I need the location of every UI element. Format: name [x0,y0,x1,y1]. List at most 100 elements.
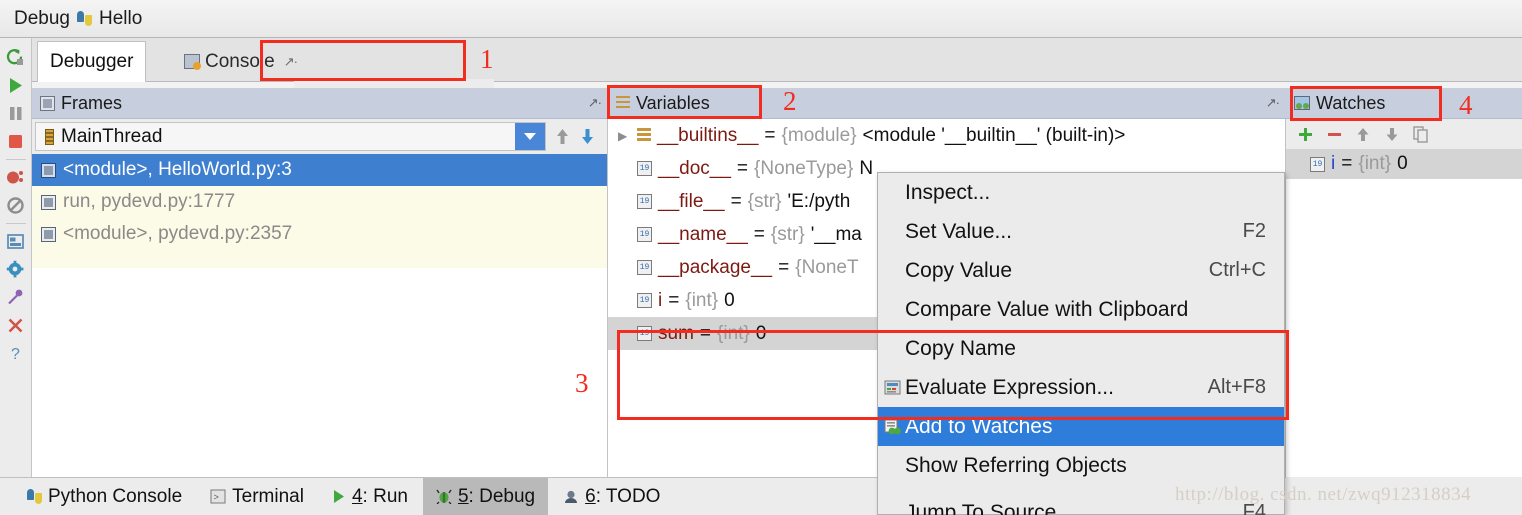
variables-pin-icon[interactable]: ↗· [1266,95,1280,111]
module-icon [637,128,651,143]
menu-item-label: Jump To Source [905,500,1057,515]
frame-row[interactable]: <module>, pydevd.py:2357 [32,218,607,250]
thread-combo[interactable]: MainThread [35,122,546,151]
frames-pin-icon[interactable]: ↗· [588,95,602,111]
toolbar-divider-2 [5,223,26,224]
menu-item-add-to-watches[interactable]: Add to Watches [878,407,1284,446]
statusbar-item-todo[interactable]: 6: TODO [550,478,673,515]
frame-row-label: run, pydevd.py:1777 [63,191,236,212]
titlebar: Debug Hello [0,0,1522,38]
rerun-icon[interactable] [3,44,29,70]
console-icon [184,54,201,70]
menu-item-shortcut: F2 [1242,220,1266,242]
menu-item-label: Inspect... [905,180,991,204]
tab-console-label: Console [205,50,275,72]
add-to-watches-icon [882,418,902,436]
equals-sign: = [730,190,742,212]
mute-breakpoints-icon[interactable] [3,192,29,218]
menu-item-set-value[interactable]: Set Value... F2 [878,212,1284,251]
statusbar-label-sep: : [468,485,480,507]
frames-header-label: Frames [61,92,123,113]
add-watch-icon[interactable] [1296,125,1314,143]
settings-icon[interactable] [3,256,29,282]
frame-up-icon[interactable] [555,127,570,146]
variable-name: sum [658,322,694,344]
frames-empty-area [32,268,607,477]
menu-item-compare-value-with-clipboard[interactable]: Compare Value with Clipboard [878,290,1284,329]
variable-type: {str} [770,223,805,245]
help-icon[interactable]: ? [3,340,29,366]
variable-type: {int} [717,322,750,344]
menu-item-label: Copy Name [905,336,1016,360]
frame-row[interactable]: run, pydevd.py:1777 [32,186,607,218]
statusbar-item-terminal[interactable]: > Terminal [197,478,317,515]
variable-context-menu: Inspect... Set Value... F2 Copy Value Ct… [877,172,1285,515]
restore-layout-icon[interactable] [3,228,29,254]
resume-icon[interactable] [3,72,29,98]
equals-sign: = [764,124,776,146]
pin-tab-icon[interactable] [3,284,29,310]
watch-type: {int} [1358,153,1392,174]
statusbar-item-python-console[interactable]: Python Console [14,478,195,515]
menu-item-label: Evaluate Expression... [905,375,1114,399]
variable-icon: 19 [637,194,652,209]
terminal-icon: > [210,489,226,504]
tab-debugger-label: Debugger [50,51,134,72]
annotation-number-1: 1 [480,44,494,74]
variable-type: {str} [747,190,782,212]
remove-watch-icon[interactable] [1325,125,1343,143]
variable-row[interactable]: ▶ __builtins__ = {module} <module '__bui… [608,119,1285,152]
menu-item-label: Add to Watches [905,414,1053,438]
frame-row-label: <module>, pydevd.py:2357 [63,223,293,244]
move-down-icon[interactable] [1383,125,1401,143]
equals-sign: = [668,289,680,311]
menu-item-copy-value[interactable]: Copy Value Ctrl+C [878,251,1284,290]
menu-item-show-referring-objects[interactable]: Show Referring Objects [878,446,1284,485]
menu-item-shortcut: Alt+F8 [1207,376,1266,398]
menu-item-evaluate-expression[interactable]: Evaluate Expression... Alt+F8 [878,368,1284,407]
frame-row[interactable]: <module>, HelloWorld.py:3 [32,154,607,186]
tab-console[interactable]: Console ↗· [172,41,309,82]
frame-nav-arrows [546,127,604,146]
annotation-number-2: 2 [783,86,797,116]
python-icon [27,489,42,504]
move-up-icon[interactable] [1354,125,1372,143]
statusbar-item-debug[interactable]: 5: Debug [422,477,549,515]
statusbar-label-sep: : [595,485,606,507]
variable-type: {NoneT [795,256,859,278]
variable-icon: 19 [637,260,652,275]
equals-sign: = [1341,153,1353,174]
statusbar-number: 4 [351,485,363,507]
variable-value: '__ma [810,223,862,245]
menu-item-copy-name[interactable]: Copy Name [878,329,1284,368]
variable-value: 0 [755,322,767,344]
variable-value: N [859,157,874,179]
frames-library-strip [32,250,607,268]
close-icon[interactable] [3,312,29,338]
statusbar-item-run[interactable]: 4: Run [319,478,421,515]
copy-watch-icon[interactable] [1412,125,1430,143]
statusbar-number: 6 [585,485,596,507]
todo-icon [563,489,579,504]
watches-panel-header: Watches [1286,88,1522,119]
tab-debugger[interactable]: Debugger [37,41,147,82]
menu-item-inspect[interactable]: Inspect... [878,173,1284,212]
watches-icon [1294,96,1310,110]
watch-value: 0 [1397,153,1408,174]
pause-icon[interactable] [3,100,29,126]
frame-down-icon[interactable] [580,127,595,146]
stop-icon[interactable] [3,128,29,154]
menu-item-label: Set Value... [905,219,1013,243]
view-breakpoints-icon[interactable] [3,164,29,190]
variable-name: __file__ [658,190,725,212]
statusbar-label: TODO [605,485,661,507]
variable-icon: 19 [637,227,652,242]
statusbar-label: Run [373,485,408,507]
chevron-down-icon[interactable] [515,123,545,150]
watch-row[interactable]: 19 i = {int} 0 [1286,149,1522,179]
frame-item-icon [41,226,56,242]
variable-value: 'E:/pyth [787,190,851,212]
chevron-right-icon[interactable]: ▶ [618,129,631,143]
watch-name: i [1331,153,1336,174]
variable-icon: 19 [637,161,652,176]
